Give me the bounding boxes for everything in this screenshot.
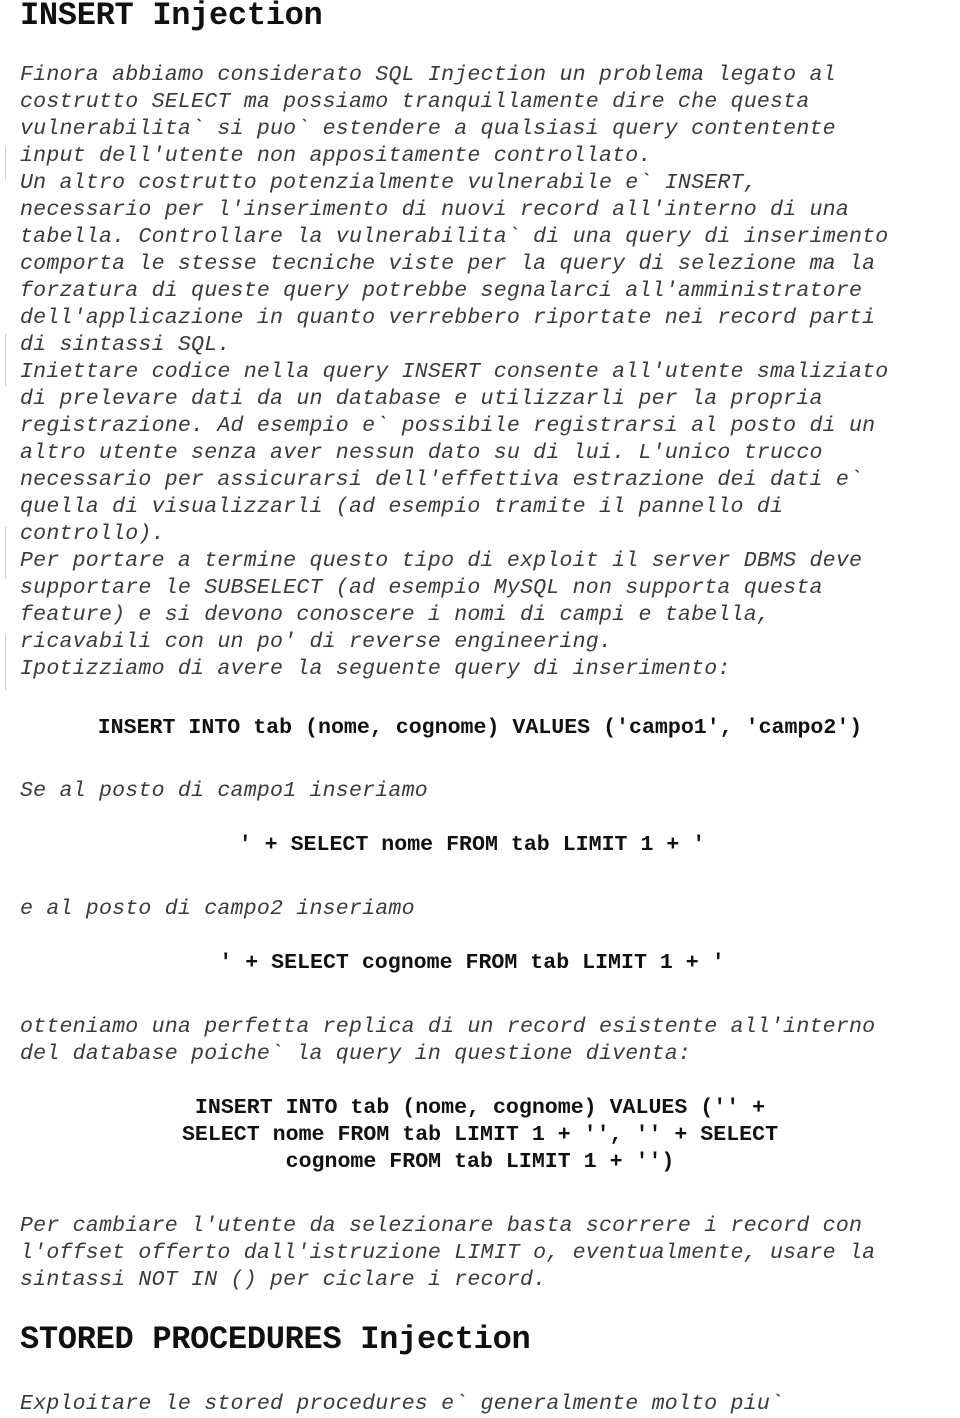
text-line: Un altro costrutto potenzialmente vulner… <box>20 171 757 195</box>
section-heading-insert-injection: INSERT Injection <box>20 0 323 34</box>
text-line: Iniettare codice nella query INSERT cons… <box>20 360 889 384</box>
text-line: l'offset offerto dall'istruzione LIMIT o… <box>20 1241 876 1265</box>
text-line: otteniamo una perfetta replica di un rec… <box>20 1015 876 1039</box>
code-insert-query: INSERT INTO tab (nome, cognome) VALUES (… <box>97 716 863 740</box>
text-line: Per cambiare l'utente da selezionare bas… <box>20 1214 863 1238</box>
code-line: cognome FROM tab LIMIT 1 + '') <box>285 1150 675 1174</box>
text-campo1-instruction: Se al posto di campo1 inseriamo <box>20 779 428 803</box>
text-line: quella di visualizzarli (ad esempio tram… <box>20 495 784 519</box>
change-bar <box>5 334 6 386</box>
text-line: supportare le SUBSELECT (ad esempio MySQ… <box>20 576 823 600</box>
text-line: di sintassi SQL. <box>20 333 231 357</box>
section-heading-stored-procedures: STORED PROCEDURES Injection <box>20 1321 531 1358</box>
change-bar <box>5 527 6 579</box>
text-line: forzatura di queste query potrebbe segna… <box>20 279 863 303</box>
text-line: di prelevare dati da un database e utili… <box>20 387 823 411</box>
text-line: Per portare a termine questo tipo di exp… <box>20 549 863 573</box>
text-line: Finora abbiamo considerato SQL Injection… <box>20 63 836 87</box>
text-line: tabella. Controllare la vulnerabilita` d… <box>20 225 889 249</box>
text-line: vulnerabilita` si puo` estendere a quals… <box>20 117 836 141</box>
text-line: del database poiche` la query in questio… <box>20 1042 692 1066</box>
code-line: SELECT nome FROM tab LIMIT 1 + '', '' + … <box>181 1123 779 1147</box>
code-line: INSERT INTO tab (nome, cognome) VALUES (… <box>194 1096 766 1120</box>
code-campo1-payload: ' + SELECT nome FROM tab LIMIT 1 + ' <box>238 833 706 857</box>
text-line: costrutto SELECT ma possiamo tranquillam… <box>20 90 810 114</box>
text-line: necessario per assicurarsi dell'effettiv… <box>20 468 863 492</box>
text-line: input dell'utente non appositamente cont… <box>20 144 652 168</box>
text-line: controllo). <box>20 522 165 546</box>
text-line: dell'applicazione in quanto verrebbero r… <box>20 306 876 330</box>
text-line: feature) e si devono conoscere i nomi di… <box>20 603 771 627</box>
text-line: registrazione. Ad esempio e` possibile r… <box>20 414 876 438</box>
text-line: ricavabili con un po' di reverse enginee… <box>20 630 613 654</box>
change-bar <box>5 634 6 690</box>
text-line: Ipotizziamo di avere la seguente query d… <box>20 657 731 681</box>
text-line: Exploitare le stored procedures e` gener… <box>20 1392 784 1416</box>
text-line: necessario per l'inserimento di nuovi re… <box>20 198 849 222</box>
text-campo2-instruction: e al posto di campo2 inseriamo <box>20 897 415 921</box>
change-bar <box>5 146 6 180</box>
text-line: comporta le stesse tecniche viste per la… <box>20 252 876 276</box>
code-campo2-payload: ' + SELECT cognome FROM tab LIMIT 1 + ' <box>219 951 725 975</box>
text-line: sintassi NOT IN () per ciclare i record. <box>20 1268 547 1292</box>
text-line: altro utente senza aver nessun dato su d… <box>20 441 823 465</box>
